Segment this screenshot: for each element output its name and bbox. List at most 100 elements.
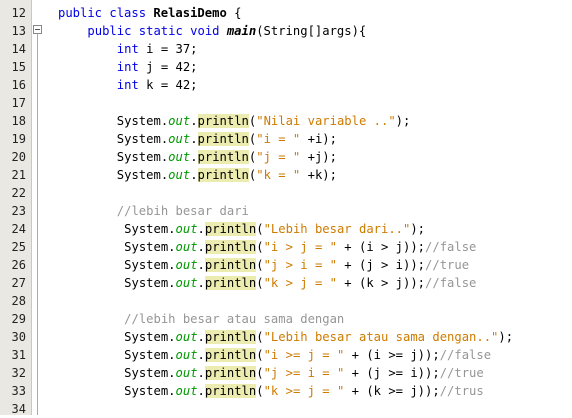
comment-token: //false bbox=[439, 348, 492, 362]
code-text: int i = 37; bbox=[117, 40, 198, 58]
code-text-token: ( bbox=[256, 366, 264, 380]
string-literal-token: "k > j = " bbox=[263, 276, 337, 290]
out-field-token: out bbox=[175, 258, 198, 272]
code-text: System.out.println("i > j = " + (i > j))… bbox=[124, 238, 476, 256]
code-text-token: . bbox=[197, 348, 205, 362]
code-line[interactable]: 17 bbox=[0, 94, 572, 112]
code-line[interactable]: 14 int i = 37; bbox=[0, 40, 572, 58]
println-highlight-token: println bbox=[204, 240, 257, 254]
code-line[interactable]: 12 public class RelasiDemo { bbox=[0, 4, 572, 22]
code-text-token: . bbox=[197, 258, 205, 272]
line-number: 18 bbox=[11, 114, 26, 128]
code-line[interactable]: 30 System.out.println("Lebih besar atau s… bbox=[0, 328, 572, 346]
code-line[interactable]: 21 System.out.println("k = " +k); bbox=[0, 166, 572, 184]
code-text-token: . bbox=[190, 114, 198, 128]
code-line[interactable]: 34 bbox=[0, 400, 572, 418]
code-text-token: { bbox=[226, 6, 242, 20]
code-text-token: k = 42; bbox=[138, 78, 198, 92]
code-text: System.out.println("k = " +k); bbox=[117, 166, 337, 184]
string-literal-token: "i = " bbox=[256, 132, 301, 146]
println-highlight-token: println bbox=[197, 168, 249, 182]
code-text-token: . bbox=[197, 330, 205, 344]
code-text-token: ( bbox=[256, 348, 264, 362]
comment-token: //lebih besar dari bbox=[116, 204, 249, 218]
code-line[interactable]: 26 System.out.println("j > i = " + (j > i… bbox=[0, 256, 572, 274]
code-line[interactable]: 29 //lebih besar atau sama dengan bbox=[0, 310, 572, 328]
code-line[interactable]: 27 System.out.println("k > j = " + (k > j… bbox=[0, 274, 572, 292]
println-highlight-token: println bbox=[204, 276, 257, 290]
comment-token: //false bbox=[425, 276, 477, 290]
line-number: 29 bbox=[11, 312, 26, 326]
string-literal-token: "j = " bbox=[256, 150, 301, 164]
println-highlight-token: println bbox=[197, 150, 249, 164]
line-number: 28 bbox=[11, 294, 26, 308]
code-line[interactable]: 28 bbox=[0, 292, 572, 310]
code-line[interactable]: 33 System.out.println("k >= j = " + (k >=… bbox=[0, 382, 572, 400]
code-text-token: i = 37; bbox=[138, 42, 198, 56]
code-text-token: . bbox=[197, 240, 205, 254]
code-text-token: System. bbox=[116, 132, 169, 146]
out-field-token: out bbox=[168, 150, 191, 164]
string-literal-token: "j >= i = " bbox=[263, 366, 345, 380]
line-number: 13 bbox=[11, 24, 26, 38]
line-number: 12 bbox=[11, 6, 26, 20]
line-number: 24 bbox=[11, 222, 26, 236]
keyword-token: public bbox=[87, 24, 132, 38]
code-text-token: System. bbox=[124, 330, 176, 344]
keyword-token: int bbox=[116, 78, 139, 92]
code-text-token: + (k > j)); bbox=[336, 276, 426, 290]
line-number: 16 bbox=[11, 78, 26, 92]
code-text: System.out.println("j = " +j); bbox=[117, 148, 337, 166]
code-line[interactable]: 25 System.out.println("i > j = " + (i > j… bbox=[0, 238, 572, 256]
println-highlight-token: println bbox=[204, 384, 257, 398]
code-text-token: System. bbox=[124, 384, 176, 398]
fold-collapse-icon[interactable] bbox=[33, 25, 42, 34]
out-field-token: out bbox=[175, 348, 198, 362]
line-number: 22 bbox=[11, 186, 26, 200]
code-line[interactable]: 31 System.out.println("i >= j = " + (i >=… bbox=[0, 346, 572, 364]
code-text-token: System. bbox=[124, 348, 176, 362]
comment-token: //false bbox=[425, 240, 477, 254]
code-text-token: . bbox=[197, 384, 205, 398]
println-highlight-token: println bbox=[204, 222, 257, 236]
line-number: 21 bbox=[11, 168, 26, 182]
code-line[interactable]: 24 System.out.println("Lebih besar dari..… bbox=[0, 220, 572, 238]
line-number: 15 bbox=[11, 60, 26, 74]
keyword-token: void bbox=[190, 24, 220, 38]
code-line[interactable]: 22 bbox=[0, 184, 572, 202]
code-text-token: + (k >= j)); bbox=[344, 384, 440, 398]
string-literal-token: "k = " bbox=[256, 168, 301, 182]
string-literal-token: "j > i = " bbox=[263, 258, 337, 272]
keyword-token: public bbox=[58, 6, 103, 20]
code-line[interactable]: 23 //lebih besar dari bbox=[0, 202, 572, 220]
code-text-token: +k); bbox=[300, 168, 337, 182]
code-line[interactable]: 20 System.out.println("j = " +j); bbox=[0, 148, 572, 166]
line-number: 26 bbox=[11, 258, 26, 272]
line-number: 17 bbox=[11, 96, 26, 110]
code-text-token: . bbox=[197, 366, 205, 380]
code-text-token: ( bbox=[256, 384, 264, 398]
line-number: 30 bbox=[11, 330, 26, 344]
line-number: 23 bbox=[11, 204, 26, 218]
code-line[interactable]: 18 System.out.println("Nilai variable .."… bbox=[0, 112, 572, 130]
code-text-token: + (j >= i)); bbox=[344, 366, 440, 380]
code-text-token: ( bbox=[256, 330, 264, 344]
code-editor[interactable]: 12 public class RelasiDemo {13 public stat… bbox=[0, 0, 572, 418]
code-line[interactable]: 13 public static void main(String[]args){ bbox=[0, 22, 572, 40]
code-line[interactable]: 32 System.out.println("j >= i = " + (j >=… bbox=[0, 364, 572, 382]
code-line[interactable]: 15 int j = 42; bbox=[0, 58, 572, 76]
keyword-token: class bbox=[109, 6, 147, 20]
class-name-token: RelasiDemo bbox=[153, 6, 227, 20]
method-name-token: main bbox=[226, 24, 257, 38]
code-text-token: . bbox=[190, 150, 198, 164]
code-text-token: System. bbox=[124, 366, 176, 380]
code-line[interactable]: 19 System.out.println("i = " +i); bbox=[0, 130, 572, 148]
code-text-token: System. bbox=[116, 168, 169, 182]
string-literal-token: "k >= j = " bbox=[263, 384, 345, 398]
keyword-token: int bbox=[116, 42, 139, 56]
line-number: 27 bbox=[11, 276, 26, 290]
code-text-token: (String[]args){ bbox=[256, 24, 367, 38]
code-line[interactable]: 16 int k = 42; bbox=[0, 76, 572, 94]
code-text-token: +j); bbox=[300, 150, 337, 164]
code-text: System.out.println("Lebih besar dari..")… bbox=[124, 220, 425, 238]
